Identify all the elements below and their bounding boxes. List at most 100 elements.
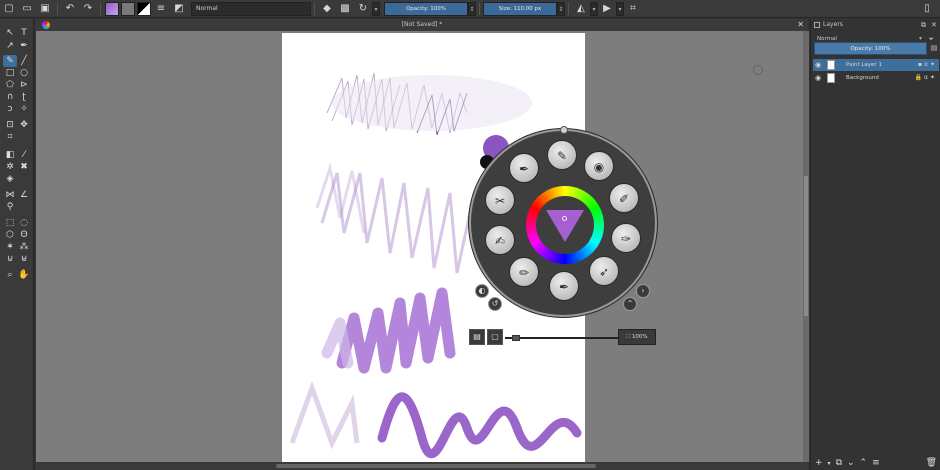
- brush-preset-chalk-icon[interactable]: ✑: [611, 223, 641, 253]
- similar-select-icon[interactable]: ⁂: [17, 241, 31, 253]
- reference-tool-icon[interactable]: ⚲: [3, 201, 17, 213]
- layer-opacity-slider[interactable]: Opacity: 100%: [814, 42, 927, 55]
- move-layer-down-icon[interactable]: ⌄: [847, 458, 855, 468]
- ellipse-select-icon[interactable]: ◌: [17, 217, 31, 229]
- rectangle-tool-icon[interactable]: □: [3, 67, 17, 79]
- move-tool-icon[interactable]: ✥: [17, 119, 31, 131]
- contiguous-select-icon[interactable]: ✶: [3, 241, 17, 253]
- mirror-dropdown-arrow[interactable]: ▾: [590, 1, 598, 16]
- close-docker-icon[interactable]: ✕: [931, 19, 937, 31]
- palette-drag-handle[interactable]: [560, 126, 568, 134]
- brush-preset-ink-icon[interactable]: ✒: [509, 153, 539, 183]
- palette-next-icon[interactable]: ›: [636, 284, 650, 298]
- zoom-tool-icon[interactable]: ⌕: [3, 269, 17, 281]
- brush-preset-blender-icon[interactable]: ➶: [589, 256, 619, 286]
- crop-icon[interactable]: ⌗: [625, 1, 641, 17]
- dynamic-brush-icon[interactable]: ↄ: [3, 103, 17, 115]
- visibility-eye-icon[interactable]: ◉: [815, 72, 821, 84]
- toolbar-dropdown-arrow[interactable]: ▾: [372, 1, 380, 16]
- float-docker-icon[interactable]: ⧉: [921, 19, 926, 31]
- brush-preset-bristle-icon[interactable]: ✏: [509, 257, 539, 287]
- smart-patch-icon[interactable]: ✲: [3, 161, 17, 173]
- vertical-scroll-thumb[interactable]: [804, 176, 808, 316]
- new-document-icon[interactable]: ▢: [1, 1, 17, 17]
- undo-icon[interactable]: ↶: [62, 1, 78, 17]
- add-layer-icon[interactable]: +: [815, 458, 823, 468]
- horizontal-scrollbar[interactable]: [36, 462, 808, 470]
- zoom-slider-handle[interactable]: [512, 335, 520, 341]
- brush-settings-icon[interactable]: ≡: [153, 1, 169, 17]
- polyline-tool-icon[interactable]: ⊳: [17, 79, 31, 91]
- brush-preset-icon[interactable]: ◩: [171, 1, 187, 17]
- freehand-path-icon[interactable]: ʈ: [17, 91, 31, 103]
- select-shape-icon[interactable]: ↖: [3, 27, 17, 39]
- brush-preset-smudge-icon[interactable]: ✒: [549, 271, 579, 301]
- opacity-spin[interactable]: ⇕: [468, 1, 476, 16]
- colorize-mask-icon[interactable]: ✖: [17, 161, 31, 173]
- zoom-level-box[interactable]: ⛶ 100%: [618, 329, 656, 345]
- document-tab[interactable]: [Not Saved] * ✕: [36, 19, 808, 31]
- wrap-icon[interactable]: ▶: [599, 1, 615, 17]
- reload-icon[interactable]: ↻: [355, 1, 371, 17]
- size-slider[interactable]: Size: 110.00 px: [483, 1, 557, 16]
- horizontal-scroll-thumb[interactable]: [276, 464, 596, 468]
- palette-tag-icon[interactable]: ◐: [475, 284, 489, 298]
- crop-tool-icon[interactable]: ⌗: [3, 131, 17, 143]
- opacity-slider[interactable]: Opacity: 100%: [384, 1, 468, 16]
- freehand-select-icon[interactable]: ʘ: [17, 229, 31, 241]
- rect-select-icon[interactable]: ⬚: [3, 217, 17, 229]
- layer-lock-icon[interactable]: 🔒α✦: [915, 72, 937, 84]
- blend-mode-select[interactable]: Normal: [191, 1, 311, 16]
- add-layer-dropdown-icon[interactable]: ▾: [828, 460, 831, 467]
- layer-row-paint-layer-1[interactable]: ◉ Paint Layer 1 ▪α✦: [813, 59, 939, 71]
- delete-layer-icon[interactable]: 🗑: [926, 458, 937, 468]
- color-picker-icon[interactable]: ⁄: [17, 149, 31, 161]
- color-selector-dot[interactable]: [562, 216, 567, 221]
- open-icon[interactable]: ▭: [19, 1, 35, 17]
- freehand-brush-icon[interactable]: ✎: [3, 55, 17, 67]
- eraser-icon[interactable]: ◆: [319, 1, 335, 17]
- gradient-swatch[interactable]: [105, 1, 119, 16]
- visibility-eye-icon[interactable]: ◉: [815, 59, 821, 71]
- popup-palette[interactable]: ✎ ◉ ✐ ✑ ➶ ✒ ✏ ✍ ✂ ✒: [469, 126, 657, 317]
- layer-row-background[interactable]: ◉ Background 🔒α✦: [813, 72, 939, 84]
- color-triangle[interactable]: [546, 210, 584, 242]
- polygon-tool-icon[interactable]: ⬠: [3, 79, 17, 91]
- pan-tool-icon[interactable]: ✋: [17, 269, 31, 281]
- bezier-tool-icon[interactable]: ∩: [3, 91, 17, 103]
- palette-clear-icon[interactable]: ▢: [487, 329, 503, 345]
- brush-preset-marker-icon[interactable]: ✐: [609, 183, 639, 213]
- brush-preset-watercolor-icon[interactable]: ✍: [485, 225, 515, 255]
- layer-flags-icon[interactable]: ▪α✦: [918, 59, 937, 71]
- magnetic-select-icon[interactable]: ⊎: [17, 253, 31, 265]
- pattern-swatch[interactable]: [121, 1, 135, 16]
- measure-tool-icon[interactable]: ∠: [17, 189, 31, 201]
- close-document-icon[interactable]: ✕: [797, 19, 804, 31]
- fill-tool-icon[interactable]: ◈: [3, 173, 17, 185]
- multibrush-icon[interactable]: ✧: [17, 103, 31, 115]
- brush-preset-pencil-icon[interactable]: ✎: [547, 140, 577, 170]
- fg-bg-swatch[interactable]: [137, 1, 151, 16]
- duplicate-layer-icon[interactable]: ⧉: [836, 458, 842, 468]
- transform-tool-icon[interactable]: ⊡: [3, 119, 17, 131]
- bezier-select-icon[interactable]: ⊍: [3, 253, 17, 265]
- save-icon[interactable]: ▣: [37, 1, 53, 17]
- mirror-icon[interactable]: ◭: [573, 1, 589, 17]
- gradient-tool-icon[interactable]: ◧: [3, 149, 17, 161]
- move-layer-up-icon[interactable]: ⌃: [860, 458, 868, 468]
- palette-settings-icon[interactable]: ▤: [469, 329, 485, 345]
- layer-properties-icon[interactable]: ≡: [872, 458, 880, 468]
- brush-preset-airbrush-icon[interactable]: ◉: [584, 151, 614, 181]
- size-spin[interactable]: ⇕: [557, 1, 565, 16]
- text-tool-icon[interactable]: T: [17, 27, 31, 39]
- edit-shape-icon[interactable]: ↗: [3, 40, 17, 52]
- alpha-lock-icon[interactable]: ▩: [337, 1, 353, 17]
- calligraphy-icon[interactable]: ✒: [17, 40, 31, 52]
- palette-collapse-icon[interactable]: ⌃: [623, 297, 637, 311]
- brush-preset-fill-icon[interactable]: ✂: [485, 185, 515, 215]
- ellipse-tool-icon[interactable]: ○: [17, 67, 31, 79]
- layer-options-icon[interactable]: ▤: [929, 42, 939, 55]
- color-wheel[interactable]: [526, 186, 604, 264]
- wrap-dropdown-arrow[interactable]: ▾: [616, 1, 624, 16]
- assistant-tool-icon[interactable]: ⋈: [3, 189, 17, 201]
